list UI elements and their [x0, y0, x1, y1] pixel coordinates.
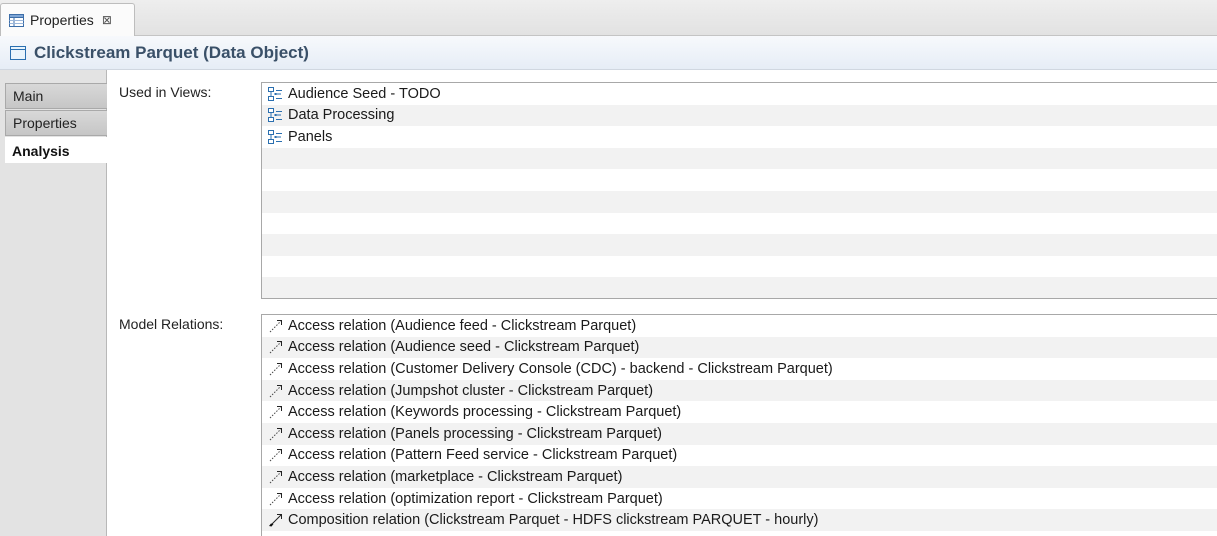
relation-list-item-label: Access relation (Audience seed - Clickst… [288, 339, 640, 356]
access-relation-icon [267, 361, 285, 377]
tab-properties[interactable]: Properties ⊠ [0, 3, 135, 36]
page-title: Clickstream Parquet (Data Object) [34, 42, 309, 62]
tab-properties-section[interactable]: Properties [5, 110, 107, 136]
title-bar: Clickstream Parquet (Data Object) [0, 36, 1217, 70]
view-list-item[interactable]: Data Processing [262, 104, 1217, 127]
model-relations-label: Model Relations: [119, 316, 224, 332]
used-in-views-label: Used in Views: [119, 84, 212, 100]
view-list-item-label: Data Processing [288, 107, 395, 124]
composition-relation-icon [267, 512, 285, 528]
access-relation-icon [267, 339, 285, 355]
close-icon[interactable]: ⊠ [102, 13, 112, 27]
relation-list-item-label: Access relation (Panels processing - Cli… [288, 425, 662, 442]
access-relation-icon [267, 469, 285, 485]
relation-list-item[interactable]: Access relation (Audience feed - Clickst… [262, 315, 1217, 337]
used-in-views-list[interactable]: Audience Seed - TODO Data Processing Panel… [261, 82, 1217, 299]
tab-properties-label: Properties [30, 12, 94, 28]
relation-list-item[interactable]: Composition relation (Clickstream Parque… [262, 509, 1217, 531]
empty-row [262, 213, 1217, 235]
empty-row [262, 277, 1217, 298]
relation-list-item[interactable]: Access relation (Customer Delivery Conso… [262, 358, 1217, 380]
view-diagram-icon [267, 107, 285, 123]
relation-list-item[interactable]: Access relation (Jumpshot cluster - Clic… [262, 379, 1217, 402]
empty-row [262, 190, 1217, 213]
access-relation-icon [267, 383, 285, 399]
properties-table-icon [9, 13, 24, 27]
relation-list-item-label: Access relation (marketplace - Clickstre… [288, 468, 623, 485]
relation-list-item-label: Access relation (Pattern Feed service - … [288, 447, 678, 464]
access-relation-icon [267, 318, 285, 334]
access-relation-icon [267, 447, 285, 463]
tab-strip: Properties ⊠ [0, 0, 1217, 36]
relation-list-item[interactable]: Access relation (Panels processing - Cli… [262, 422, 1217, 445]
tab-main[interactable]: Main [5, 83, 107, 109]
relation-list-item-label: Access relation (optimization report - C… [288, 490, 663, 507]
data-object-icon [10, 45, 26, 60]
sidebar: Main Properties Analysis [0, 70, 107, 536]
access-relation-icon [267, 426, 285, 442]
view-list-item-label: Audience Seed - TODO [288, 85, 441, 102]
empty-row [262, 169, 1217, 191]
access-relation-icon [267, 491, 285, 507]
relation-list-item[interactable]: Access relation (marketplace - Clickstre… [262, 466, 1217, 488]
relation-list-item[interactable]: Access relation (optimization report - C… [262, 488, 1217, 510]
access-relation-icon [267, 404, 285, 420]
model-relations-list[interactable]: Access relation (Audience feed - Clickst… [261, 314, 1217, 536]
relation-list-item-label: Access relation (Jumpshot cluster - Clic… [288, 382, 654, 399]
tab-analysis[interactable]: Analysis [5, 137, 107, 163]
view-list-item[interactable]: Audience Seed - TODO [262, 83, 1217, 105]
relation-list-item-label: Composition relation (Clickstream Parque… [288, 512, 819, 529]
relation-list-item-label: Access relation (Customer Delivery Conso… [288, 360, 833, 377]
relation-list-item[interactable]: Access relation (Pattern Feed service - … [262, 445, 1217, 467]
view-diagram-icon [267, 129, 285, 145]
view-list-item[interactable]: Panels [262, 126, 1217, 148]
relation-list-item[interactable]: Access relation (Audience seed - Clickst… [262, 336, 1217, 359]
empty-row [262, 234, 1217, 256]
view-diagram-icon [267, 86, 285, 102]
relation-list-item[interactable]: Access relation (Keywords processing - C… [262, 401, 1217, 423]
relation-list-item-label: Access relation (Audience feed - Clickst… [288, 317, 637, 334]
view-list-item-label: Panels [288, 128, 333, 145]
empty-row [262, 147, 1217, 170]
empty-row [262, 256, 1217, 278]
relation-list-item-label: Access relation (Keywords processing - C… [288, 404, 682, 421]
